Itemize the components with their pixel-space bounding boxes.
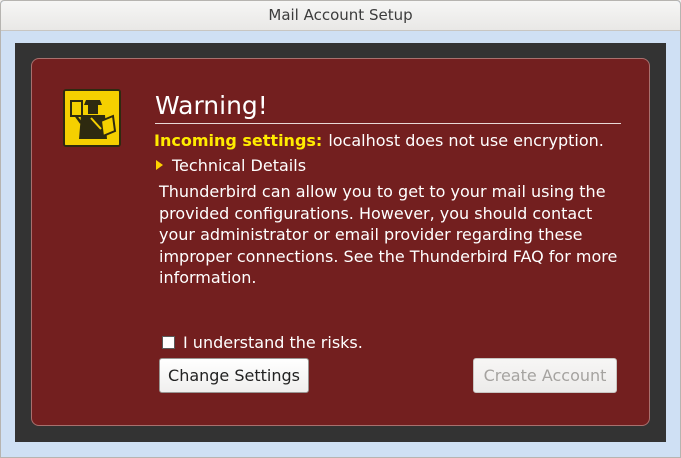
technical-details-toggle[interactable]: Technical Details <box>156 155 306 177</box>
change-settings-button[interactable]: Change Settings <box>159 358 309 393</box>
understand-risks-row[interactable]: I understand the risks. <box>162 332 363 354</box>
incoming-settings-line: Incoming settings: localhost does not use… <box>154 129 604 153</box>
create-account-button[interactable]: Create Account <box>473 358 617 393</box>
security-officer-warning-icon <box>63 89 121 147</box>
mail-account-setup-window: Mail Account Setup Warning! Incoming set… <box>0 0 681 458</box>
incoming-settings-message: localhost does not use encryption. <box>328 131 604 150</box>
window-title: Mail Account Setup <box>1 1 680 31</box>
incoming-settings-label: Incoming settings: <box>154 131 323 150</box>
understand-risks-checkbox[interactable] <box>162 336 175 349</box>
warning-panel: Warning! Incoming settings: localhost doe… <box>31 58 650 426</box>
disclosure-triangle-icon <box>156 160 163 170</box>
warning-body-text: Thunderbird can allow you to get to your… <box>159 182 618 287</box>
technical-details-label: Technical Details <box>172 156 307 175</box>
dialog-backdrop: Warning! Incoming settings: localhost doe… <box>15 43 666 442</box>
understand-risks-label[interactable]: I understand the risks. <box>183 333 363 352</box>
warning-heading: Warning! <box>155 88 621 124</box>
